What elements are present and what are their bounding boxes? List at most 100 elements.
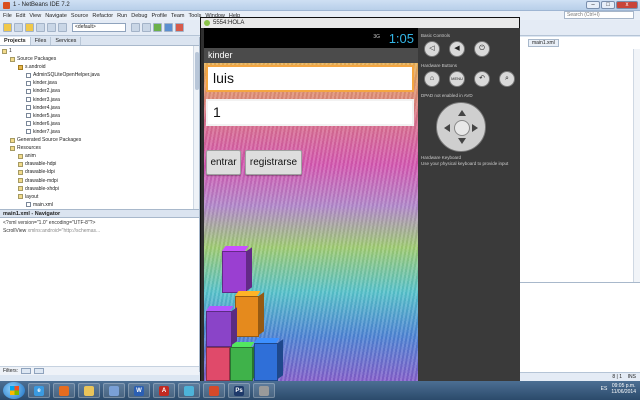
menu-debug[interactable]: Debug xyxy=(131,13,147,19)
tree-item[interactable]: Source Packages xyxy=(2,55,197,63)
menu-run[interactable]: Run xyxy=(117,13,127,19)
dpad-left-icon[interactable] xyxy=(440,124,450,132)
taskbar-firefox-icon[interactable] xyxy=(53,383,75,398)
taskbar-media-icon[interactable] xyxy=(253,383,275,398)
search-icon[interactable]: ⌕ xyxy=(499,71,515,87)
tab-projects[interactable]: Projects xyxy=(0,37,31,45)
tree-item[interactable]: AdminSQLiteOpenHelper.java xyxy=(2,71,197,79)
dpad-up-icon[interactable] xyxy=(458,106,466,116)
clean-build-icon[interactable] xyxy=(142,23,151,32)
volume-down-icon[interactable]: ◁ xyxy=(424,41,440,57)
tree-item[interactable]: s.android xyxy=(2,63,197,71)
menu-button[interactable]: MENU xyxy=(449,71,465,87)
tree-item[interactable]: kinder7.java xyxy=(2,128,197,136)
tree-item[interactable]: kinder2.java xyxy=(2,87,197,95)
tree-item[interactable]: kinder4.java xyxy=(2,104,197,112)
tree-item[interactable]: drawable-mdpi xyxy=(2,177,197,185)
enter-button[interactable]: entrar xyxy=(206,150,241,175)
android-status-bar: 3G 1:05 xyxy=(204,28,418,48)
undo-icon[interactable] xyxy=(47,23,56,32)
tree-item[interactable]: layout xyxy=(2,193,197,201)
block-purple xyxy=(222,251,247,293)
menu-navigate[interactable]: Navigate xyxy=(45,13,67,19)
navigator-scrollview[interactable]: ScrollView xmlns:android="http://schemas… xyxy=(3,227,196,235)
ide-title: 1 - NetBeans IDE 7.2 xyxy=(13,2,70,8)
taskbar-acrobat-icon[interactable]: A xyxy=(153,383,175,398)
volume-up-icon[interactable]: ◀ xyxy=(449,41,465,57)
block-blue xyxy=(254,343,278,381)
close-button[interactable]: x xyxy=(616,1,638,9)
menu-file[interactable]: File xyxy=(3,13,12,19)
tree-item-label: kinder.java xyxy=(33,80,57,87)
menu-edit[interactable]: Edit xyxy=(16,13,25,19)
language-indicator[interactable]: ES xyxy=(601,386,608,392)
tree-item[interactable]: kinder.java xyxy=(2,79,197,87)
minimize-button[interactable]: – xyxy=(586,1,600,9)
tree-item-label: kinder4.java xyxy=(33,104,60,111)
power-icon[interactable]: ⏻ xyxy=(474,41,490,57)
start-button[interactable] xyxy=(3,382,25,399)
menu-refactor[interactable]: Refactor xyxy=(92,13,113,19)
redo-icon[interactable] xyxy=(58,23,67,32)
new-project-icon[interactable] xyxy=(3,23,12,32)
menu-view[interactable]: View xyxy=(29,13,41,19)
build-icon[interactable] xyxy=(131,23,140,32)
tree-item[interactable]: drawable-xhdpi xyxy=(2,185,197,193)
block-orange xyxy=(235,296,259,337)
open-project-icon[interactable] xyxy=(25,23,34,32)
configuration-select[interactable]: <default> xyxy=(72,23,126,32)
navigator-xml-decl[interactable]: <?xml version="1.0" encoding="UTF-8"?> xyxy=(3,219,196,227)
tree-item[interactable]: kinder6.java xyxy=(2,120,197,128)
run-icon[interactable] xyxy=(153,23,162,32)
taskbar-clock[interactable]: 09:05 p.m. 11/06/2014 xyxy=(611,383,636,395)
taskbar-word-icon[interactable]: W xyxy=(128,383,150,398)
tab-files[interactable]: Files xyxy=(31,37,52,45)
search-input[interactable]: Search (Ctrl+I) xyxy=(564,11,634,19)
dpad[interactable] xyxy=(436,102,486,152)
tree-item[interactable]: main.xml xyxy=(2,201,197,209)
java-file-icon xyxy=(26,89,31,95)
filter-toggle-2[interactable] xyxy=(34,368,44,374)
filter-toggle-1[interactable] xyxy=(21,368,31,374)
app-screen: luis 1 entrar registrarse xyxy=(204,63,418,381)
save-all-icon[interactable] xyxy=(36,23,45,32)
maximize-button[interactable]: □ xyxy=(601,1,615,9)
taskbar-photoshop-icon[interactable]: Ps xyxy=(228,383,250,398)
menu-profile[interactable]: Profile xyxy=(151,13,167,19)
menu-team[interactable]: Team xyxy=(171,13,184,19)
editor-area: main1.xml xyxy=(520,37,640,372)
tree-scrollbar[interactable] xyxy=(193,46,199,209)
dpad-right-icon[interactable] xyxy=(472,124,482,132)
tree-item[interactable]: kinder3.java xyxy=(2,96,197,104)
dpad-center-button[interactable] xyxy=(454,120,470,136)
taskbar-internet-explorer-icon[interactable]: e xyxy=(28,383,50,398)
emulator-title-bar: 5554:HOLA xyxy=(201,18,519,28)
home-icon[interactable]: ⌂ xyxy=(424,71,440,87)
password-field[interactable]: 1 xyxy=(206,99,414,126)
tree-item[interactable]: drawable-hdpi xyxy=(2,160,197,168)
username-field[interactable]: luis xyxy=(206,65,414,92)
debug-icon[interactable] xyxy=(164,23,173,32)
register-button[interactable]: registrarse xyxy=(245,150,302,175)
taskbar-netbeans-icon[interactable] xyxy=(103,383,125,398)
menu-source[interactable]: Source xyxy=(71,13,88,19)
insert-mode: INS xyxy=(627,374,636,380)
tab-services[interactable]: Services xyxy=(51,37,82,45)
block-green xyxy=(230,347,253,381)
taskbar-jeweled-icon[interactable] xyxy=(178,383,200,398)
tree-item[interactable]: anim xyxy=(2,152,197,160)
back-icon[interactable]: ↶ xyxy=(474,71,490,87)
taskbar-file-explorer-icon[interactable] xyxy=(78,383,100,398)
app-title: kinder xyxy=(204,48,418,63)
tree-item[interactable]: Resources xyxy=(2,144,197,152)
dpad-down-icon[interactable] xyxy=(458,138,466,148)
profile-icon[interactable] xyxy=(175,23,184,32)
tree-item[interactable]: drawable-ldpi xyxy=(2,168,197,176)
tree-item[interactable]: Generated Source Packages xyxy=(2,136,197,144)
tree-item[interactable]: 1 xyxy=(2,47,197,55)
editor-tab[interactable]: main1.xml xyxy=(528,39,559,47)
tree-item[interactable]: kinder5.java xyxy=(2,112,197,120)
new-file-icon[interactable] xyxy=(14,23,23,32)
taskbar-java-icon[interactable] xyxy=(203,383,225,398)
folder-icon xyxy=(18,178,23,184)
